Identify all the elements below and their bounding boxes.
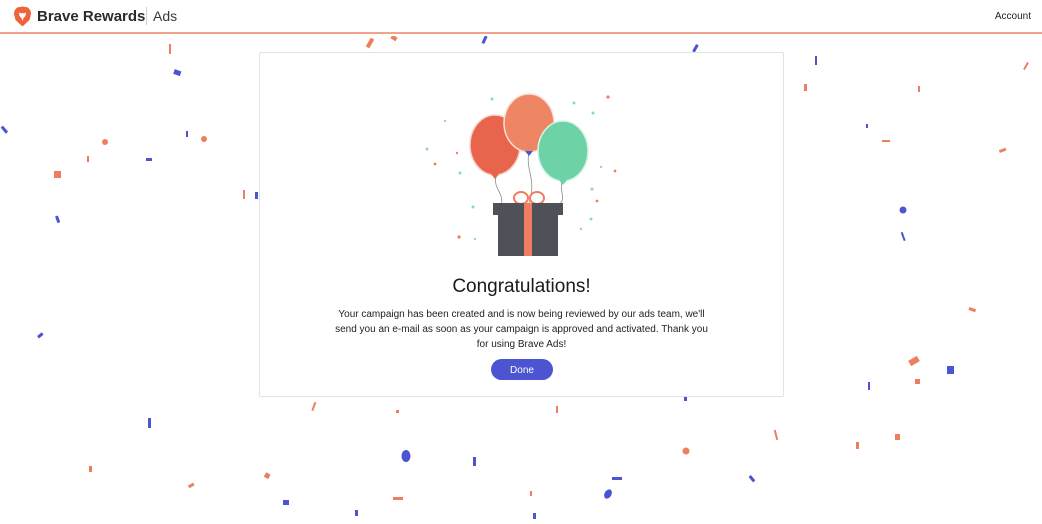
brave-lion-icon [14,6,31,27]
product-name: Ads [153,8,178,24]
balloons-gift-icon [425,93,617,256]
header-divider [146,7,147,25]
top-bar: Brave Rewards Ads Account [0,0,1042,34]
congratulations-title: Congratulations! [452,276,591,297]
confirmation-card: Congratulations! Your campaign has been … [259,52,784,397]
confirmation-message: Your campaign has been created and is no… [335,309,708,350]
brand-name: Brave Rewards [37,8,146,25]
done-button[interactable]: Done [491,359,553,380]
account-link[interactable]: Account [995,11,1031,22]
